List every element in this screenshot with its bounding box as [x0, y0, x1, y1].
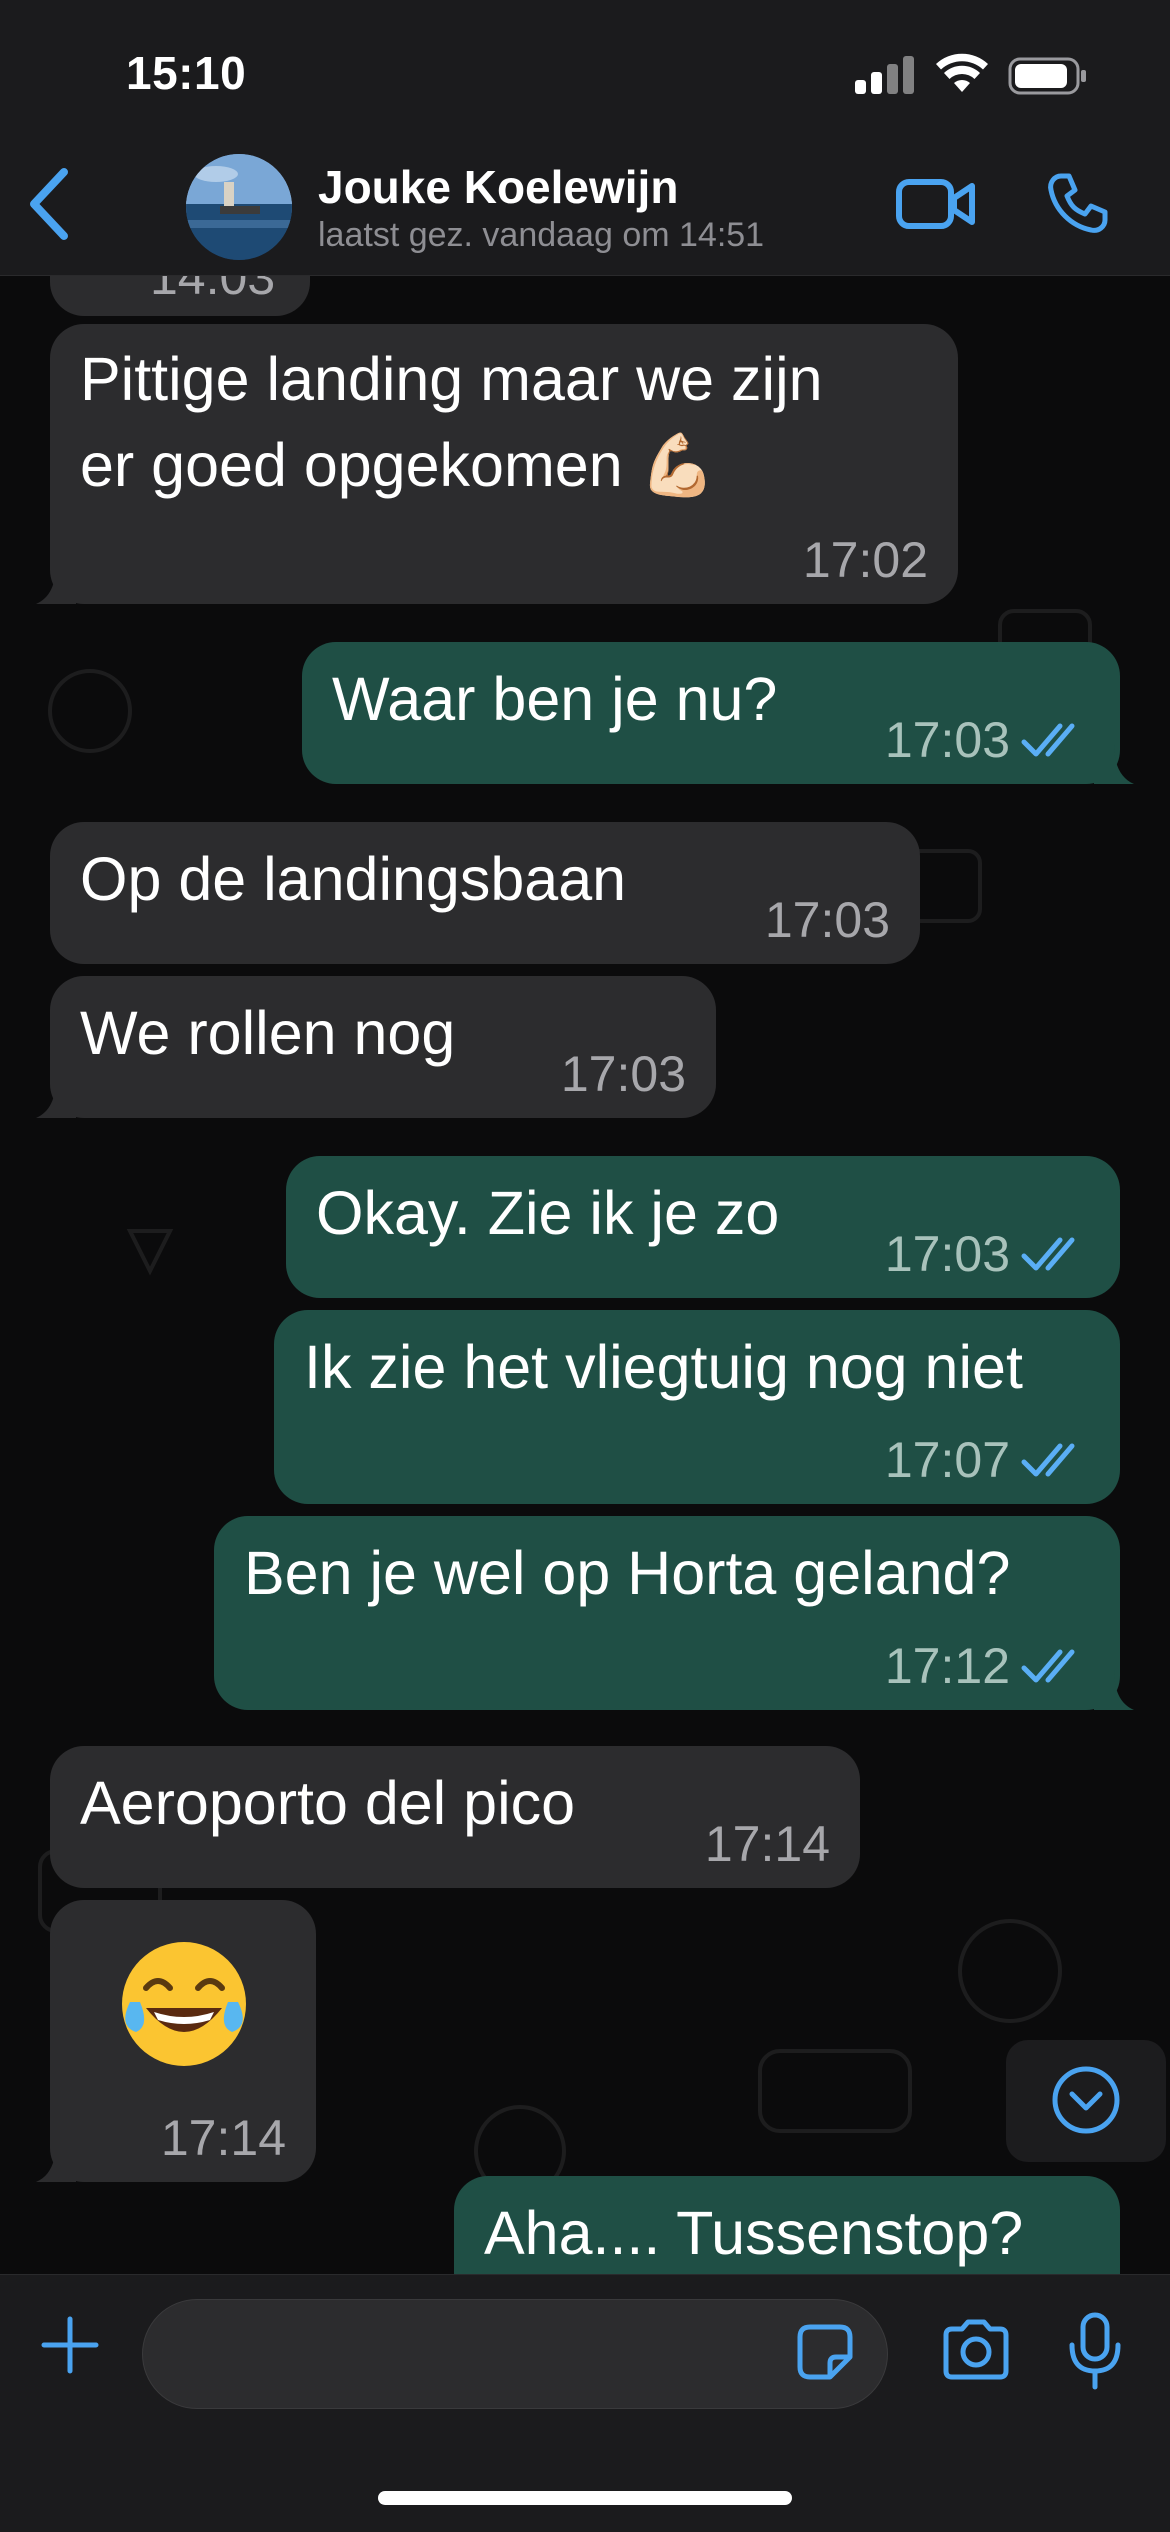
phone-icon[interactable]	[1045, 170, 1111, 236]
bubble-tail	[1094, 1670, 1134, 1710]
chevron-down-circle-icon	[1052, 2066, 1120, 2134]
message-input[interactable]	[142, 2299, 888, 2409]
message-bubble-outgoing[interactable]: Waar ben je nu? 17:03	[302, 642, 1134, 784]
message-text: Op de landingsbaan	[80, 845, 627, 913]
message-meta: 17:12	[885, 1636, 1090, 1696]
read-double-check-icon	[1021, 1443, 1075, 1477]
home-indicator[interactable]	[378, 2491, 792, 2505]
battery-icon	[1008, 57, 1086, 95]
message-time: 17:03	[561, 1044, 686, 1104]
message-bubble-incoming-emoji[interactable]: 17:14	[36, 1900, 316, 2182]
message-text: We rollen nog	[80, 999, 456, 1067]
message-text-line-1: Pittige landing maar we zijn	[80, 345, 823, 413]
whatsapp-chat-screen: 15:10 Jouke Koelewijn laatst gez. vandaa…	[0, 0, 1170, 2532]
message-time: 17:03	[765, 890, 890, 950]
read-double-check-icon	[1021, 1649, 1075, 1683]
read-double-check-icon	[1021, 1237, 1075, 1271]
message-input-bar	[0, 2274, 1170, 2532]
message-time-text: 17:03	[560, 1046, 686, 1102]
bubble-tail	[36, 1078, 76, 1118]
message-text: Aeroporto del pico	[80, 1769, 576, 1837]
message-time: 17:14	[161, 2108, 286, 2168]
message-time-text: 17:12	[884, 1638, 1010, 1694]
chevron-left-icon[interactable]	[22, 164, 78, 244]
contact-avatar[interactable]	[186, 154, 292, 260]
contact-name[interactable]: Jouke Koelewijn	[318, 160, 678, 214]
message-time: 17:02	[803, 530, 928, 590]
message-bubble-incoming[interactable]: Aeroporto del pico 17:14	[50, 1746, 860, 1888]
wifi-icon	[936, 53, 988, 92]
message-time-text: 17:02	[802, 532, 928, 588]
microphone-icon[interactable]	[1066, 2311, 1124, 2391]
plus-icon[interactable]	[40, 2315, 100, 2375]
status-bar: 15:10	[0, 0, 1170, 140]
message-list[interactable]: 14:03 Pittige landing maar we zijn er go…	[0, 276, 1170, 2274]
video-camera-icon[interactable]	[896, 176, 976, 232]
message-text: 14:03	[150, 276, 276, 305]
camera-icon[interactable]	[940, 2319, 1012, 2381]
message-bubble-incoming[interactable]: Op de landingsbaan 17:03	[50, 822, 920, 964]
cellular-signal-icon	[855, 56, 915, 94]
tears-of-joy-emoji-icon	[122, 1942, 246, 2066]
message-bubble-incoming[interactable]: We rollen nog 17:03	[36, 976, 716, 1118]
message-text: Okay. Zie ik je zo	[316, 1179, 780, 1247]
scroll-to-bottom-button[interactable]	[1006, 2040, 1166, 2162]
avatar-photo	[186, 154, 292, 260]
last-seen-status: laatst gez. vandaag om 14:51	[318, 216, 765, 254]
message-time-text: 17:07	[884, 1432, 1010, 1488]
message-time-text: 17:14	[704, 1816, 830, 1872]
message-text: Waar ben je nu?	[332, 665, 778, 733]
message-time-text: 17:03	[764, 892, 890, 948]
message-time-text: 17:03	[884, 1226, 1010, 1282]
message-bubble-outgoing[interactable]: Ben je wel op Horta geland? 17:12	[214, 1516, 1134, 1710]
message-time: 17:14	[705, 1814, 830, 1874]
message-text: Aha.... Tussenstop?	[484, 2199, 1024, 2267]
message-bubble-incoming[interactable]: 14:03	[50, 276, 310, 316]
message-meta: 17:03	[885, 1224, 1090, 1284]
message-text: Ben je wel op Horta geland?	[244, 1539, 1011, 1607]
message-bubble-outgoing[interactable]: Ik zie het vliegtuig nog niet 17:07	[274, 1310, 1120, 1504]
message-bubble-outgoing[interactable]: Aha.... Tussenstop?	[454, 2176, 1120, 2274]
message-meta: 17:03	[885, 710, 1090, 770]
message-time-text: 17:14	[160, 2110, 286, 2166]
bubble-tail	[1094, 744, 1134, 784]
status-time: 15:10	[126, 47, 247, 99]
message-time-text: 17:03	[884, 712, 1010, 768]
sticker-icon[interactable]	[796, 2323, 854, 2381]
chat-header: Jouke Koelewijn laatst gez. vandaag om 1…	[0, 140, 1170, 276]
bubble-tail	[36, 564, 76, 604]
message-text: Ik zie het vliegtuig nog niet	[304, 1333, 1023, 1401]
message-meta: 17:07	[885, 1430, 1090, 1490]
read-double-check-icon	[1021, 723, 1075, 757]
message-text-line-2: er goed opgekomen 💪🏻	[80, 431, 716, 499]
message-bubble-incoming[interactable]: Pittige landing maar we zijn er goed opg…	[36, 324, 958, 604]
bubble-tail	[36, 2142, 76, 2182]
message-bubble-outgoing[interactable]: Okay. Zie ik je zo 17:03	[286, 1156, 1120, 1298]
